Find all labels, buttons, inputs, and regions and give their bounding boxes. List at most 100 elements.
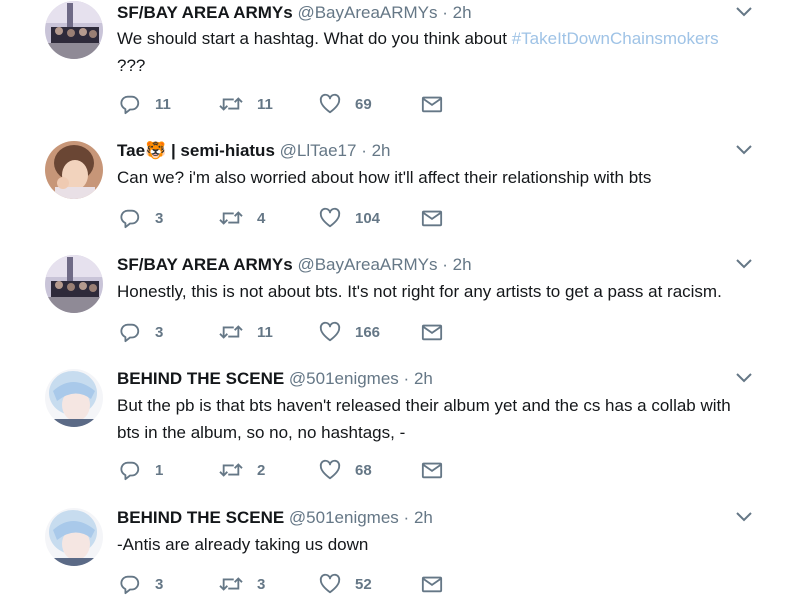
reply-icon xyxy=(119,573,141,595)
retweet-icon xyxy=(219,321,243,343)
hashtag-link[interactable]: #TakeItDownChainsmokers xyxy=(512,29,719,48)
display-name[interactable]: Tae🐯 | semi-hiatus xyxy=(117,141,275,160)
display-name-suffix: | semi-hiatus xyxy=(166,141,275,160)
heart-icon xyxy=(319,459,341,481)
display-name[interactable]: BEHIND THE SCENE xyxy=(117,369,284,388)
heart-icon xyxy=(319,573,341,595)
avatar[interactable] xyxy=(45,141,103,199)
user-handle[interactable]: @501enigmes xyxy=(289,508,399,527)
avatar[interactable] xyxy=(45,508,103,566)
like-button[interactable]: 104 xyxy=(319,206,380,230)
reply-count: 1 xyxy=(155,461,164,479)
retweet-count: 2 xyxy=(257,461,266,479)
reply-icon xyxy=(119,321,141,343)
display-name-text: Tae xyxy=(117,141,146,160)
tweet[interactable]: Tae🐯 | semi-hiatus @LlTae17 · 2h Can we?… xyxy=(0,138,800,248)
reply-button[interactable]: 1 xyxy=(119,458,163,482)
tweet-header: Tae🐯 | semi-hiatus @LlTae17 · 2h xyxy=(117,140,391,162)
avatar[interactable] xyxy=(45,369,103,427)
display-name[interactable]: BEHIND THE SCENE xyxy=(117,508,284,527)
like-count: 104 xyxy=(355,209,381,227)
user-handle[interactable]: @501enigmes xyxy=(289,369,399,388)
reply-count: 11 xyxy=(155,95,171,113)
reply-count: 3 xyxy=(155,575,164,593)
tweet[interactable]: BEHIND THE SCENE @501enigmes · 2h But th… xyxy=(0,366,800,496)
dm-button[interactable] xyxy=(421,320,443,344)
display-name[interactable]: SF/BAY AREA ARMYs xyxy=(117,3,293,22)
tweet-text: But the pb is that bts haven't released … xyxy=(117,392,767,446)
separator-dot: · xyxy=(442,3,448,22)
display-name[interactable]: SF/BAY AREA ARMYs xyxy=(117,255,293,274)
timestamp[interactable]: 2h xyxy=(372,141,391,160)
separator-dot: · xyxy=(361,141,367,160)
tiger-emoji: 🐯 xyxy=(145,141,167,160)
retweet-icon xyxy=(219,207,243,229)
chevron-down-icon[interactable] xyxy=(733,142,755,158)
dm-button[interactable] xyxy=(421,572,443,596)
avatar[interactable] xyxy=(45,1,103,59)
reply-icon xyxy=(119,207,141,229)
timestamp[interactable]: 2h xyxy=(414,369,433,388)
chevron-down-icon[interactable] xyxy=(733,370,755,386)
dm-button[interactable] xyxy=(421,92,443,116)
timestamp[interactable]: 2h xyxy=(453,255,472,274)
tweet[interactable]: SF/BAY AREA ARMYs @BayAreaARMYs · 2h Hon… xyxy=(0,252,800,362)
like-button[interactable]: 166 xyxy=(319,320,380,344)
timestamp[interactable]: 2h xyxy=(414,508,433,527)
envelope-icon xyxy=(421,93,443,115)
tweet[interactable]: SF/BAY AREA ARMYs @BayAreaARMYs · 2h We … xyxy=(0,0,800,125)
tweet-text: We should start a hashtag. What do you t… xyxy=(117,25,767,79)
tweet-text-line: But the pb is that bts haven't released … xyxy=(117,396,731,415)
chevron-down-icon[interactable] xyxy=(733,509,755,525)
retweet-button[interactable]: 4 xyxy=(219,206,265,230)
user-handle[interactable]: @BayAreaARMYs xyxy=(297,3,437,22)
reply-count: 3 xyxy=(155,209,164,227)
tweet-text-line: bts in the album, so no, no hashtags, - xyxy=(117,423,406,442)
heart-icon xyxy=(319,93,341,115)
tweet[interactable]: BEHIND THE SCENE @501enigmes · 2h -Antis… xyxy=(0,505,800,603)
retweet-button[interactable]: 11 xyxy=(219,92,273,116)
retweet-icon xyxy=(219,459,243,481)
retweet-button[interactable]: 2 xyxy=(219,458,265,482)
reply-button[interactable]: 3 xyxy=(119,206,163,230)
retweet-icon xyxy=(219,93,243,115)
tweet-header: SF/BAY AREA ARMYs @BayAreaARMYs · 2h xyxy=(117,2,472,24)
tweet-text-part: We should start a hashtag. What do you t… xyxy=(117,29,512,48)
tweet-text-part: ??? xyxy=(117,56,146,75)
chevron-down-icon[interactable] xyxy=(733,4,755,20)
tweet-text: -Antis are already taking us down xyxy=(117,535,369,554)
retweet-button[interactable]: 3 xyxy=(219,572,265,596)
separator-dot: · xyxy=(442,255,448,274)
separator-dot: · xyxy=(403,369,410,388)
retweet-count: 4 xyxy=(257,209,266,227)
reply-button[interactable]: 3 xyxy=(119,320,163,344)
reply-icon xyxy=(119,459,141,481)
tweet-header: SF/BAY AREA ARMYs @BayAreaARMYs · 2h xyxy=(117,254,472,276)
heart-icon xyxy=(319,321,341,343)
heart-icon xyxy=(319,207,341,229)
reply-button[interactable]: 11 xyxy=(119,92,171,116)
like-button[interactable]: 69 xyxy=(319,92,372,116)
like-count: 52 xyxy=(355,575,372,593)
like-button[interactable]: 52 xyxy=(319,572,372,596)
timestamp[interactable]: 2h xyxy=(453,3,472,22)
retweet-button[interactable]: 11 xyxy=(219,320,273,344)
chevron-down-icon[interactable] xyxy=(733,256,755,272)
like-button[interactable]: 68 xyxy=(319,458,372,482)
reply-button[interactable]: 3 xyxy=(119,572,163,596)
avatar[interactable] xyxy=(45,255,103,313)
retweet-count: 3 xyxy=(257,575,266,593)
retweet-count: 11 xyxy=(257,323,273,341)
like-count: 68 xyxy=(355,461,372,479)
dm-button[interactable] xyxy=(421,206,443,230)
user-handle[interactable]: @LlTae17 xyxy=(280,141,357,160)
dm-button[interactable] xyxy=(421,458,443,482)
retweet-count: 11 xyxy=(257,95,273,113)
reply-icon xyxy=(119,93,141,115)
retweet-icon xyxy=(219,573,243,595)
reply-count: 3 xyxy=(155,323,164,341)
tweet-text: Can we? i'm also worried about how it'll… xyxy=(117,168,652,187)
envelope-icon xyxy=(421,207,443,229)
user-handle[interactable]: @BayAreaARMYs xyxy=(297,255,437,274)
envelope-icon xyxy=(421,321,443,343)
